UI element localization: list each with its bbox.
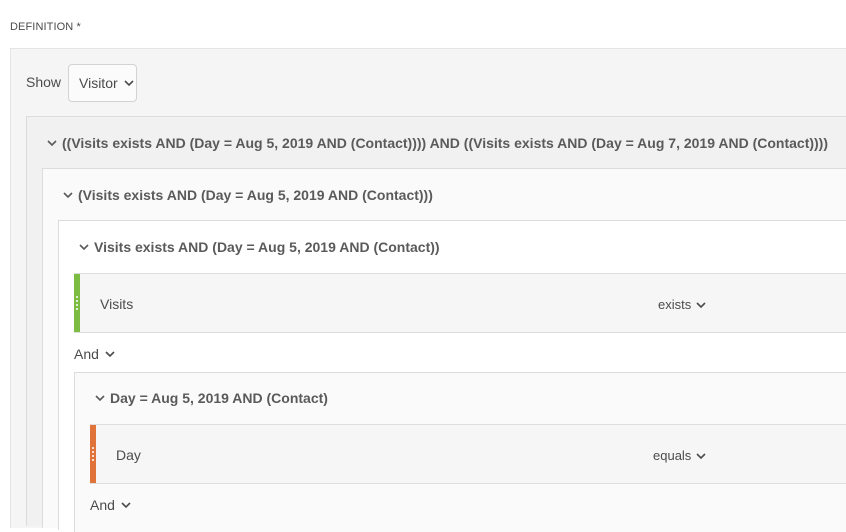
rule-row-visits[interactable] xyxy=(74,273,846,333)
rule-operator-select[interactable]: exists xyxy=(658,297,707,312)
show-select-value: Visitor xyxy=(79,75,118,91)
chevron-down-icon xyxy=(695,300,707,310)
chevron-down-icon xyxy=(104,349,116,359)
conjunction-select[interactable]: And xyxy=(74,346,116,362)
show-label: Show xyxy=(26,74,62,90)
definition-label: DEFINITION * xyxy=(10,21,81,33)
rule-dimension-label: Day xyxy=(116,447,141,463)
container-header-text: ((Visits exists AND (Day = Aug 5, 2019 A… xyxy=(62,135,829,151)
rule-operator-value: equals xyxy=(653,448,692,463)
chevron-down-icon[interactable] xyxy=(46,138,58,148)
container-header-text: (Visits exists AND (Day = Aug 5, 2019 AN… xyxy=(78,187,433,203)
rule-row-day[interactable] xyxy=(90,424,846,484)
chevron-down-icon xyxy=(695,451,707,461)
drag-handle[interactable] xyxy=(90,425,96,483)
show-select[interactable]: Visitor xyxy=(68,64,137,102)
conjunction-select[interactable]: And xyxy=(90,497,132,513)
rule-operator-value: exists xyxy=(658,297,692,312)
chevron-down-icon xyxy=(123,78,135,88)
container-header-2[interactable]: (Visits exists AND (Day = Aug 5, 2019 AN… xyxy=(62,187,433,203)
container-header-4[interactable]: Day = Aug 5, 2019 AND (Contact) xyxy=(94,390,328,406)
container-header-text: Visits exists AND (Day = Aug 5, 2019 AND… xyxy=(94,239,440,255)
conjunction-value: And xyxy=(90,497,115,513)
chevron-down-icon[interactable] xyxy=(62,190,74,200)
rule-operator-select[interactable]: equals xyxy=(653,448,707,463)
container-header-3[interactable]: Visits exists AND (Day = Aug 5, 2019 AND… xyxy=(78,239,440,255)
chevron-down-icon[interactable] xyxy=(78,242,90,252)
container-header-text: Day = Aug 5, 2019 AND (Contact) xyxy=(110,390,328,406)
chevron-down-icon[interactable] xyxy=(94,393,106,403)
container-header-1[interactable]: ((Visits exists AND (Day = Aug 5, 2019 A… xyxy=(46,135,828,151)
chevron-down-icon xyxy=(120,500,132,510)
rule-dimension-label: Visits xyxy=(100,296,134,312)
conjunction-value: And xyxy=(74,346,99,362)
drag-handle[interactable] xyxy=(74,274,80,332)
